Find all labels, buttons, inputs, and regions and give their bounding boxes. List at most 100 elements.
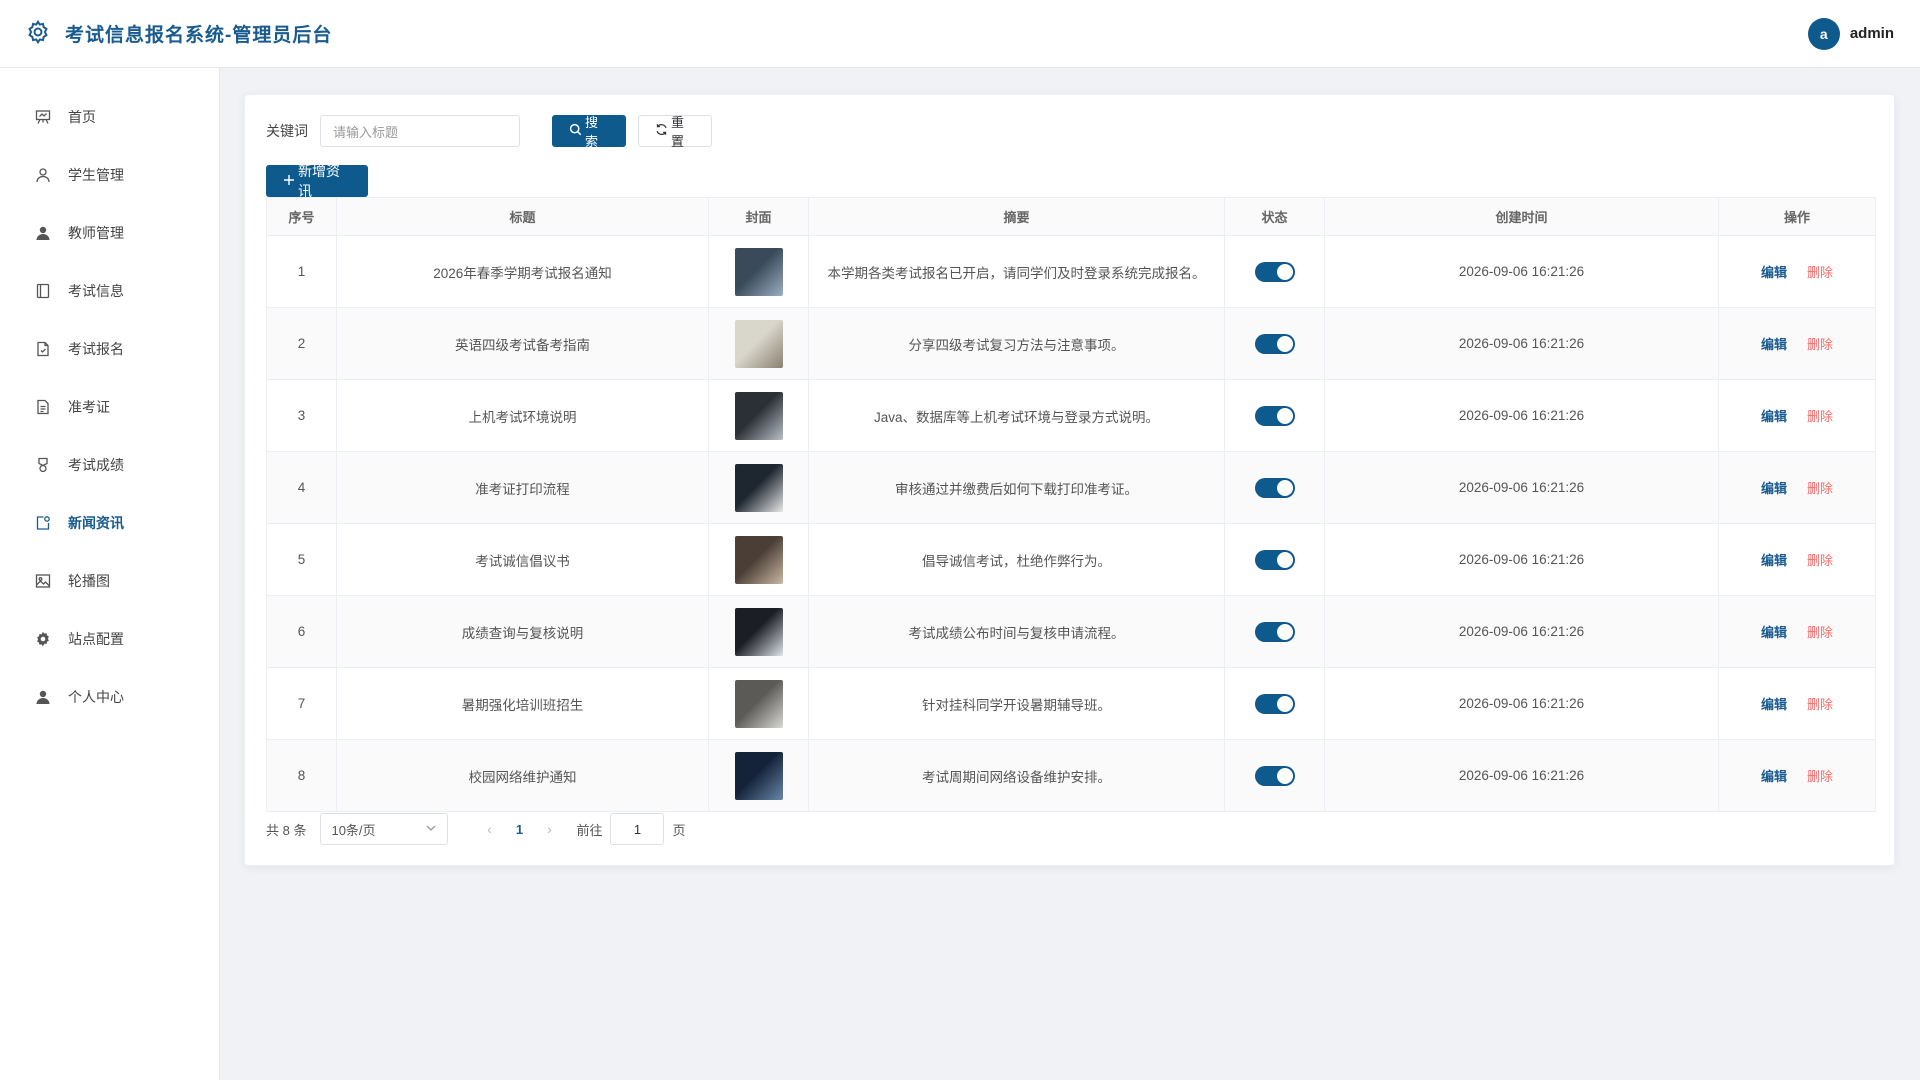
sidebar-item-home[interactable]: 首页 (0, 88, 219, 146)
status-toggle[interactable] (1254, 405, 1295, 426)
total-count: 共 8 条 (266, 822, 307, 838)
cover-thumbnail[interactable] (734, 319, 783, 368)
cell-summary: 审核通过并缴费后如何下载打印准考证。 (808, 451, 1225, 524)
news-management-card: 关键词 请输入标题 搜索 重置 新增资讯 序号 标题 封面 摘要 状态 创建时间… (244, 94, 1895, 866)
cell-status (1224, 667, 1325, 740)
delete-link[interactable]: 删除 (1807, 478, 1833, 497)
cell-cover (708, 667, 809, 740)
cell-index: 3 (266, 379, 337, 452)
sidebar-item-label: 轮播图 (68, 573, 110, 589)
sidebar-item-label: 首页 (68, 109, 96, 125)
sidebar-item-news[interactable]: 新闻资讯 (0, 494, 219, 552)
cover-thumbnail[interactable] (734, 247, 783, 296)
status-toggle[interactable] (1254, 621, 1295, 642)
cover-thumbnail[interactable] (734, 535, 783, 584)
delete-link[interactable]: 删除 (1807, 262, 1833, 281)
cell-actions: 编辑 删除 (1718, 307, 1876, 380)
goto-page-input[interactable]: 1 (610, 813, 665, 845)
cell-summary: 分享四级考试复习方法与注意事项。 (808, 307, 1225, 380)
sidebar-item-teachers[interactable]: 教师管理 (0, 204, 219, 262)
cell-title: 考试诚信倡议书 (336, 523, 709, 596)
table-row: 7 暑期强化培训班招生 针对挂科同学开设暑期辅导班。 2026-09-06 16:21… (266, 667, 1876, 740)
sidebar-item-site-config[interactable]: 站点配置 (0, 610, 219, 668)
current-page[interactable]: 1 (504, 822, 534, 837)
cover-thumbnail[interactable] (734, 607, 783, 656)
cell-actions: 编辑 删除 (1718, 523, 1876, 596)
cell-cover (708, 739, 809, 812)
edit-link[interactable]: 编辑 (1761, 262, 1787, 281)
cover-thumbnail[interactable] (734, 679, 783, 728)
delete-link[interactable]: 删除 (1807, 766, 1833, 785)
cell-status (1224, 307, 1325, 380)
sidebar-item-exam-scores[interactable]: 考试成绩 (0, 436, 219, 494)
sidebar-item-carousel[interactable]: 轮播图 (0, 552, 219, 610)
sidebar-item-profile[interactable]: 个人中心 (0, 668, 219, 726)
cover-thumbnail[interactable] (734, 391, 783, 440)
page-size-select[interactable]: 10条/页 (320, 813, 449, 845)
sidebar-item-exam-info[interactable]: 考试信息 (0, 262, 219, 320)
sidebar: 首页 学生管理 教师管理 考试信息 考试报名 准考证 考试成绩 新闻资讯 轮播图… (0, 68, 220, 1080)
sidebar-item-exam-signup[interactable]: 考试报名 (0, 320, 219, 378)
cell-actions: 编辑 删除 (1718, 595, 1876, 668)
sidebar-item-label: 新闻资讯 (68, 515, 124, 531)
cell-cover (708, 523, 809, 596)
edit-link[interactable]: 编辑 (1761, 622, 1787, 641)
status-toggle[interactable] (1254, 333, 1295, 354)
delete-link[interactable]: 删除 (1807, 694, 1833, 713)
sidebar-item-label: 站点配置 (68, 631, 124, 647)
username[interactable]: admin (1850, 25, 1894, 42)
cell-actions: 编辑 删除 (1718, 667, 1876, 740)
cell-title: 2026年春季学期考试报名通知 (336, 235, 709, 308)
cell-cover (708, 451, 809, 524)
column-header: 创建时间 (1324, 197, 1719, 236)
cover-thumbnail[interactable] (734, 751, 783, 800)
sidebar-item-label: 教师管理 (68, 225, 124, 241)
table-header-row: 序号 标题 封面 摘要 状态 创建时间 操作 (266, 197, 1876, 236)
edit-link[interactable]: 编辑 (1761, 766, 1787, 785)
cell-summary: 考试周期间网络设备维护安排。 (808, 739, 1225, 812)
prev-page-button[interactable]: ‹ (474, 821, 504, 837)
news-icon (34, 514, 52, 532)
cell-created-time: 2026-09-06 16:21:26 (1324, 451, 1719, 524)
cell-created-time: 2026-09-06 16:21:26 (1324, 667, 1719, 740)
edit-link[interactable]: 编辑 (1761, 478, 1787, 497)
reset-button[interactable]: 重置 (638, 115, 712, 149)
picture-icon (34, 572, 52, 590)
cover-thumbnail[interactable] (734, 463, 783, 512)
top-header: 考试信息报名系统-管理员后台 a admin (0, 0, 1920, 68)
delete-link[interactable]: 删除 (1807, 550, 1833, 569)
edit-link[interactable]: 编辑 (1761, 334, 1787, 353)
cell-cover (708, 595, 809, 668)
sidebar-item-admission-ticket[interactable]: 准考证 (0, 378, 219, 436)
cell-status (1224, 235, 1325, 308)
pagination: 共 8 条 10条/页 ‹ 1 › 前往 1 页 (266, 813, 686, 845)
status-toggle[interactable] (1254, 693, 1295, 714)
status-toggle[interactable] (1254, 261, 1295, 282)
edit-link[interactable]: 编辑 (1761, 550, 1787, 569)
document-icon (34, 340, 52, 358)
cell-created-time: 2026-09-06 16:21:26 (1324, 379, 1719, 452)
cell-index: 6 (266, 595, 337, 668)
cell-index: 7 (266, 667, 337, 740)
sidebar-item-students[interactable]: 学生管理 (0, 146, 219, 204)
delete-link[interactable]: 删除 (1807, 334, 1833, 353)
status-toggle[interactable] (1254, 477, 1295, 498)
title-search-input[interactable]: 请输入标题 (320, 115, 520, 147)
delete-link[interactable]: 删除 (1807, 406, 1833, 425)
add-news-button[interactable]: 新增资讯 (266, 163, 368, 199)
avatar[interactable]: a (1807, 17, 1840, 50)
delete-link[interactable]: 删除 (1807, 622, 1833, 641)
status-toggle[interactable] (1254, 765, 1295, 786)
table-row: 6 成绩查询与复核说明 考试成绩公布时间与复核申请流程。 2026-09-06 16:… (266, 595, 1876, 668)
search-button[interactable]: 搜索 (552, 115, 626, 149)
sidebar-item-label: 考试报名 (68, 341, 124, 357)
edit-link[interactable]: 编辑 (1761, 406, 1787, 425)
cell-summary: 考试成绩公布时间与复核申请流程。 (808, 595, 1225, 668)
cell-title: 暑期强化培训班招生 (336, 667, 709, 740)
user-filled-icon (34, 224, 52, 242)
next-page-button[interactable]: › (534, 821, 564, 837)
search-icon (569, 123, 582, 139)
status-toggle[interactable] (1254, 549, 1295, 570)
user-menu[interactable]: a admin (1807, 17, 1894, 50)
edit-link[interactable]: 编辑 (1761, 694, 1787, 713)
